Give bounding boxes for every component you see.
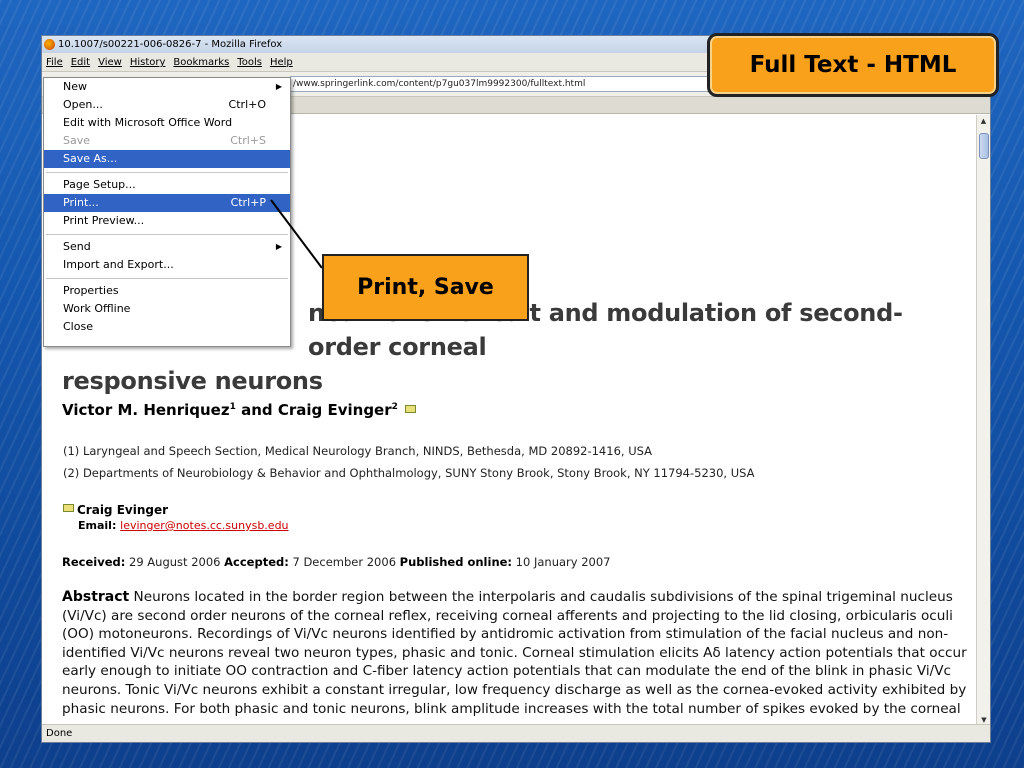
mail-icon[interactable] <box>63 504 74 512</box>
published-label: Published online: <box>399 555 513 569</box>
menu-separator <box>46 172 288 173</box>
menu-item-import-export[interactable]: Import and Export... <box>44 256 290 274</box>
menu-item-label: Edit with Microsoft Office Word <box>63 116 233 129</box>
authors: Victor M. Henriquez1 and Craig Evinger2 <box>62 401 417 419</box>
callout-full-text-html: Full Text - HTML <box>707 33 999 97</box>
menu-item-label: New <box>63 80 87 93</box>
menu-item-label: Close <box>63 320 93 333</box>
menu-item-print[interactable]: Print... Ctrl+P <box>44 194 290 212</box>
menu-item-label: Print... <box>63 196 99 209</box>
menu-item-properties[interactable]: Properties <box>44 282 290 300</box>
menu-separator <box>46 278 288 279</box>
published-date: 10 January 2007 <box>512 555 611 569</box>
menu-item-shortcut: Ctrl+P <box>230 196 266 209</box>
affiliation-2: (2) Departments of Neurobiology & Behavi… <box>63 466 755 480</box>
menu-separator <box>46 234 288 235</box>
author-1[interactable]: Victor M. Henriquez <box>62 401 230 419</box>
menu-item-save-as[interactable]: Save As... <box>44 150 290 168</box>
menu-item-label: Open... <box>63 98 103 111</box>
menu-item-label: Properties <box>63 284 119 297</box>
author-2-sup: 2 <box>391 402 398 412</box>
menu-item-label: Import and Export... <box>63 258 174 271</box>
menu-item-label: Work Offline <box>63 302 131 315</box>
menu-item-send[interactable]: Send ▶ <box>44 238 290 256</box>
menu-item-label: Save As... <box>63 152 118 165</box>
file-menu-dropdown: New ▶ Open... Ctrl+O Edit with Microsoft O… <box>43 77 291 347</box>
corresponding-author: Craig Evinger Email: levinger@notes.cc.s… <box>63 503 289 533</box>
menu-item-label: Save <box>63 134 91 147</box>
menu-item-label: Send <box>63 240 91 253</box>
corr-name: Craig Evinger <box>77 503 169 517</box>
submenu-arrow-icon: ▶ <box>275 82 282 91</box>
menu-item-close[interactable]: Close <box>44 318 290 336</box>
menu-item-shortcut: Ctrl+O <box>228 98 266 111</box>
affiliation-1: (1) Laryngeal and Speech Section, Medica… <box>63 444 652 458</box>
accepted-date: 7 December 2006 <box>288 555 400 569</box>
email-link[interactable]: levinger@notes.cc.sunysb.edu <box>120 519 288 532</box>
callout-print-save: Print, Save <box>322 254 529 321</box>
menu-item-page-setup[interactable]: Page Setup... <box>44 176 290 194</box>
received-date: 29 August 2006 <box>125 555 225 569</box>
menu-item-label: Print Preview... <box>63 214 145 227</box>
menu-item-save[interactable]: Save Ctrl+S <box>44 132 290 150</box>
vertical-scrollbar[interactable]: ▲ ▼ <box>976 115 990 726</box>
accepted-label: Accepted: <box>224 555 289 569</box>
abstract: Abstract Neurons located in the border r… <box>62 588 967 721</box>
scroll-up-icon[interactable]: ▲ <box>977 115 990 127</box>
menu-item-open[interactable]: Open... Ctrl+O <box>44 96 290 114</box>
menu-item-shortcut: Ctrl+S <box>230 134 266 147</box>
author-2[interactable]: Craig Evinger <box>278 401 392 419</box>
submenu-arrow-icon: ▶ <box>275 242 282 251</box>
menu-item-label: Page Setup... <box>63 178 136 191</box>
email-label: Email: <box>78 519 121 532</box>
menu-item-edit-with-word[interactable]: Edit with Microsoft Office Word <box>44 114 290 132</box>
article-title-line2: responsive neurons <box>62 367 323 395</box>
menu-item-work-offline[interactable]: Work Offline <box>44 300 290 318</box>
publication-dates: Received: 29 August 2006 Accepted: 7 Dec… <box>62 555 611 569</box>
mail-icon[interactable] <box>405 405 417 413</box>
scrollbar-thumb[interactable] <box>979 133 989 159</box>
abstract-text: Neurons located in the border region bet… <box>62 589 967 721</box>
author-and: and <box>235 401 278 419</box>
abstract-label: Abstract <box>62 589 130 605</box>
menu-item-print-preview[interactable]: Print Preview... <box>44 212 290 230</box>
received-label: Received: <box>62 555 126 569</box>
menu-item-new[interactable]: New ▶ <box>44 78 290 96</box>
